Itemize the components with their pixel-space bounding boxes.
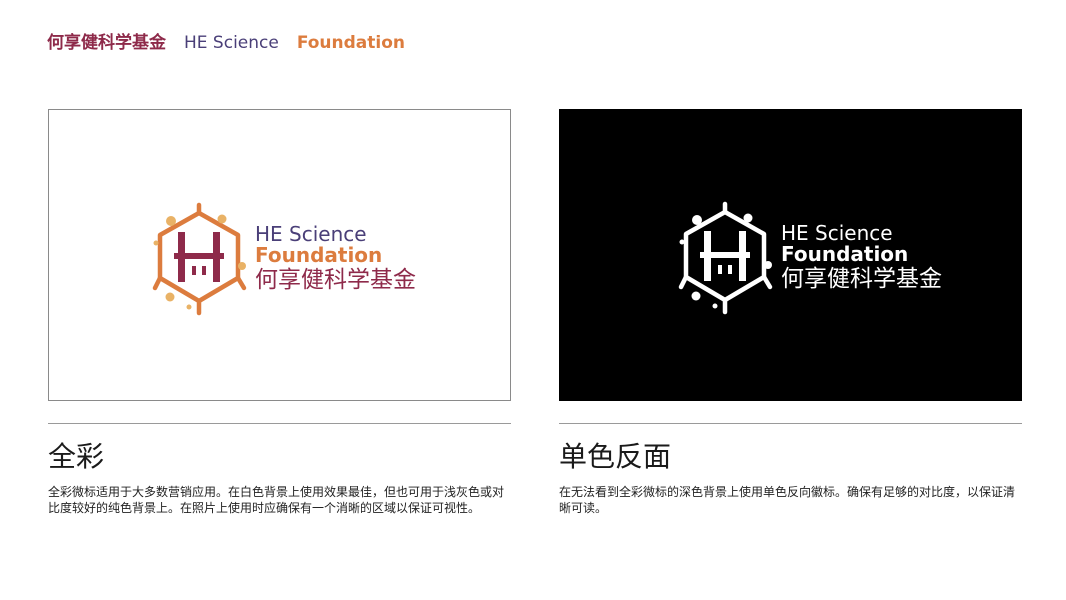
- logo-text-foundation: Foundation: [255, 243, 382, 267]
- page-header: 何享健科学基金 HE Science Foundation: [47, 31, 405, 55]
- header-name-cn: 何享健科学基金: [47, 33, 166, 53]
- mono-reverse-logo-panel: HE Science Foundation 何享健科学基金: [559, 109, 1022, 401]
- full-color-title: 全彩: [48, 440, 105, 473]
- section-divider-right: [559, 423, 1022, 424]
- mono-reverse-description: 在无法看到全彩微标的深色背景上使用单色反向徽标。确保有足够的对比度，以保证清晰可…: [559, 485, 1016, 515]
- section-divider-left: [48, 423, 511, 424]
- mono-reverse-title: 单色反面: [559, 440, 672, 473]
- header-name-en-foundation: Foundation: [296, 33, 406, 53]
- full-color-description: 全彩微标适用于大多数营销应用。在白色背景上使用效果最佳，但也可用于浅灰色或对比度…: [48, 485, 505, 515]
- header-name-en-science: HE Science: [184, 33, 279, 53]
- hexagon-emblem-icon: [152, 202, 247, 316]
- full-color-logo-panel: HE Science Foundation 何享健科学基金: [48, 109, 511, 401]
- mono-reverse-logo: HE Science Foundation 何享健科学基金: [678, 201, 942, 315]
- full-color-logo: HE Science Foundation 何享健科学基金: [152, 202, 416, 316]
- logo-text-cn: 何享健科学基金: [255, 267, 416, 293]
- logo-text-foundation: Foundation: [781, 242, 908, 266]
- hexagon-emblem-white-icon: [678, 201, 773, 315]
- logo-text-cn: 何享健科学基金: [781, 266, 942, 292]
